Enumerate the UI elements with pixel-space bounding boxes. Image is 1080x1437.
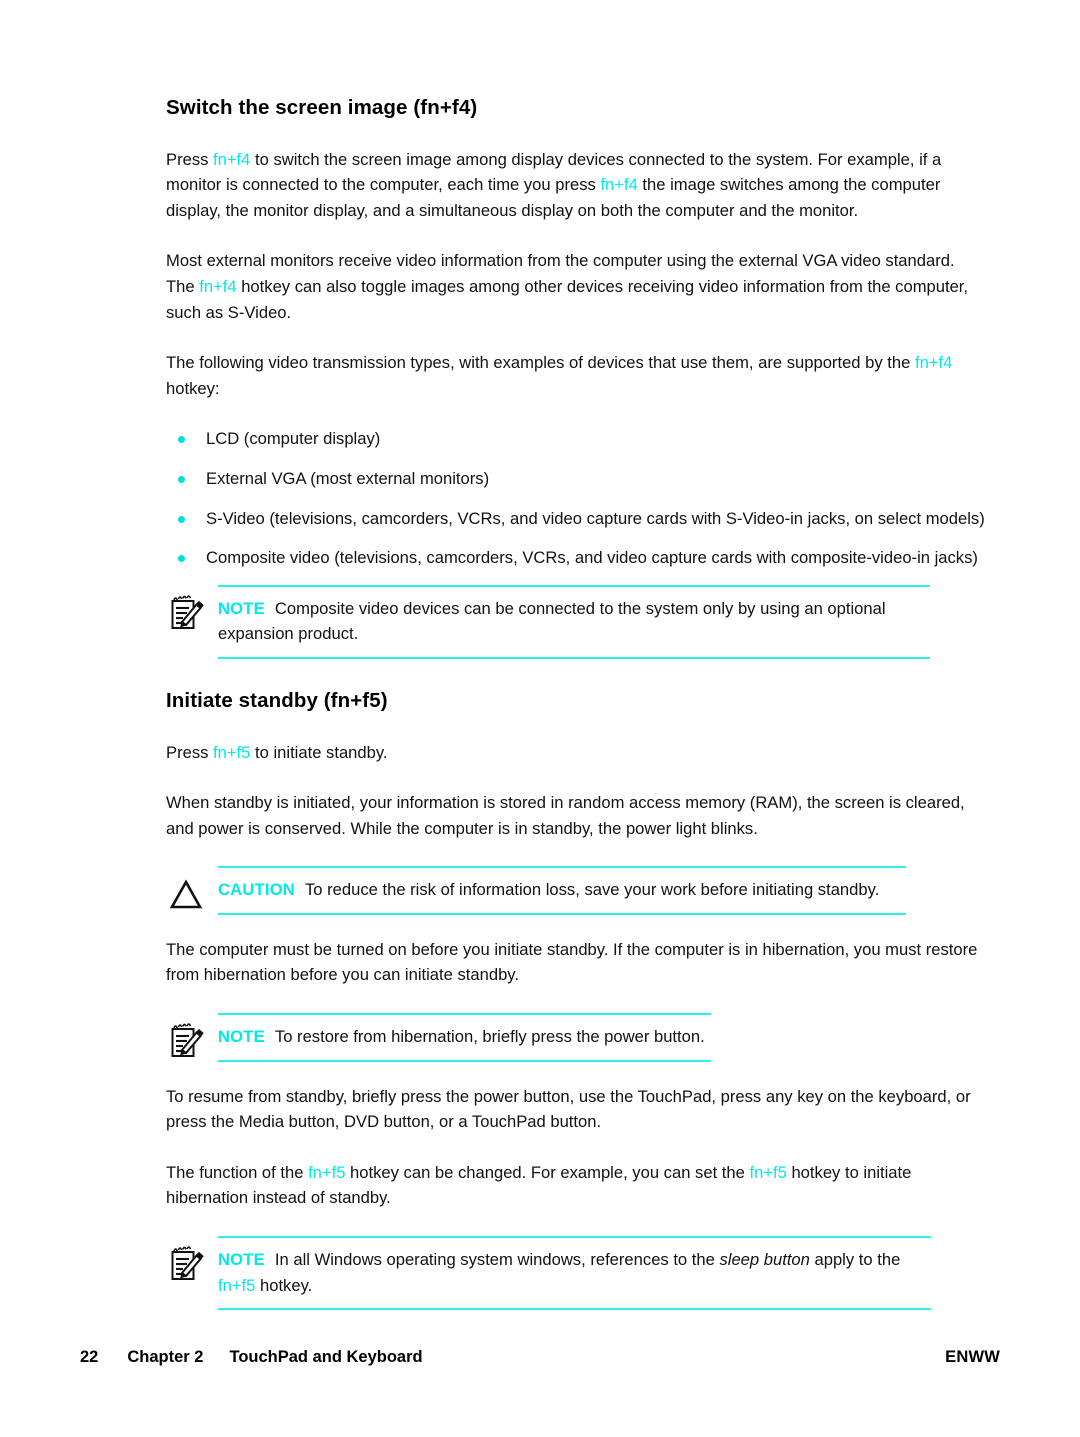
caution-triangle-icon — [166, 874, 208, 918]
text-run: hotkey. — [255, 1275, 313, 1295]
paragraph-transmission-types: The following video transmission types, … — [166, 350, 986, 401]
paragraph-standby-description: When standby is initiated, your informat… — [166, 790, 986, 841]
text-run: hotkey: — [166, 378, 220, 398]
list-item: S-Video (televisions, camcorders, VCRs, … — [166, 506, 986, 532]
bullet-icon — [178, 555, 185, 563]
page-title-switch-screen-image: Switch the screen image (fn+f4) — [166, 96, 478, 119]
note-text: Composite video devices can be connected… — [218, 598, 886, 644]
note-box-composite-video: NOTE Composite video devices can be conne… — [166, 584, 930, 659]
note-text: To restore from hibernation, briefly pre… — [274, 1027, 705, 1047]
list-item: LCD (computer display) — [166, 426, 986, 452]
emphasis-token: sleep button — [719, 1250, 810, 1270]
hotkey-token: fn+f4 — [199, 276, 237, 296]
caution-keyword: CAUTION — [218, 880, 295, 900]
note-box-sleep-button: NOTE In all Windows operating system wind… — [166, 1236, 931, 1311]
hotkey-token: fn+f5 — [213, 742, 251, 762]
paragraph-press-fnf4: Press fn+f4 to switch the screen image a… — [166, 147, 986, 224]
note-text: In all Windows operating system windows,… — [218, 1250, 900, 1295]
hotkey-token: fn+f5 — [749, 1162, 787, 1182]
note-body: NOTE To restore from hibernation, briefly… — [218, 1015, 711, 1060]
page-title-initiate-standby: Initiate standby (fn+f5) — [166, 688, 388, 712]
paragraph-computer-turned-on: The computer must be turned on before yo… — [166, 937, 986, 988]
note-pencil-icon — [166, 1021, 208, 1065]
text-run: Press — [166, 149, 214, 169]
caution-box-information-loss: CAUTION To reduce the risk of information… — [166, 866, 906, 915]
list-item-label: LCD (computer display) — [206, 429, 381, 449]
note-keyword: NOTE — [218, 1027, 265, 1047]
page-content: Switch the screen image (fn+f4) Press fn… — [166, 96, 986, 1332]
bullet-icon — [178, 475, 185, 483]
note-rule-bottom — [218, 1059, 711, 1062]
text-run: hotkey can be changed. For example, you … — [345, 1162, 750, 1182]
note-keyword: NOTE — [218, 598, 265, 618]
note-body: NOTE Composite video devices can be conne… — [218, 587, 930, 657]
list-item-label: External VGA (most external monitors) — [206, 468, 490, 488]
caution-body: CAUTION To reduce the risk of information… — [218, 868, 906, 913]
paragraph-external-monitors: Most external monitors receive video inf… — [166, 248, 986, 325]
text-run: When standby is initiated, your informat… — [166, 793, 965, 838]
text-run: Press — [166, 742, 214, 762]
text-run: The following video transmission types, … — [166, 353, 915, 373]
note-pencil-icon — [166, 1244, 208, 1288]
text-run: The computer must be turned on before yo… — [166, 939, 978, 985]
note-rule-bottom — [218, 1308, 931, 1311]
bullet-icon — [178, 515, 185, 523]
hotkey-token: fn+f4 — [213, 149, 251, 169]
text-run: hotkey can also toggle images among othe… — [166, 276, 969, 322]
list-item: Composite video (televisions, camcorders… — [166, 545, 986, 571]
list-item-label: S-Video (televisions, camcorders, VCRs, … — [206, 508, 985, 528]
list-item: External VGA (most external monitors) — [166, 466, 986, 492]
paragraph-function-change: The function of the fn+f5 hotkey can be … — [166, 1160, 986, 1211]
list-item-label: Composite video (televisions, camcorders… — [206, 548, 978, 568]
footer-chapter: Chapter 2 — [127, 1348, 204, 1366]
text-run: apply to the — [809, 1250, 901, 1270]
hotkey-token: fn+f4 — [600, 175, 638, 195]
text-run: In all Windows operating system windows,… — [274, 1250, 720, 1270]
caution-text: To reduce the risk of information loss, … — [305, 880, 880, 900]
page-footer: 22 Chapter 2 TouchPad and Keyboard ENWW — [80, 1348, 1000, 1372]
note-keyword: NOTE — [218, 1250, 265, 1270]
hotkey-token: fn+f5 — [218, 1275, 256, 1295]
note-rule-bottom — [218, 656, 930, 659]
paragraph-resume-from-standby: To resume from standby, briefly press th… — [166, 1084, 986, 1135]
footer-page-number: 22 — [80, 1348, 99, 1366]
text-run: to initiate standby. — [250, 742, 388, 762]
paragraph-press-fnf5: Press fn+f5 to initiate standby. — [166, 740, 986, 766]
footer-locale-code: ENWW — [945, 1348, 1000, 1366]
note-pencil-icon — [166, 593, 208, 637]
footer-chapter-title: TouchPad and Keyboard — [229, 1348, 423, 1366]
bullet-icon — [178, 436, 185, 444]
text-run: The function of the — [166, 1162, 309, 1182]
hotkey-token: fn+f5 — [308, 1162, 346, 1182]
text-run: To resume from standby, briefly press th… — [166, 1086, 971, 1132]
note-body: NOTE In all Windows operating system wind… — [218, 1238, 931, 1308]
hotkey-token: fn+f4 — [914, 353, 953, 373]
video-transmission-type-list: LCD (computer display) External VGA (most… — [166, 426, 986, 570]
note-box-restore-hibernation: NOTE To restore from hibernation, briefly… — [166, 1013, 711, 1062]
document-page: Switch the screen image (fn+f4) Press fn… — [0, 0, 1080, 1437]
caution-rule-bottom — [218, 912, 906, 915]
